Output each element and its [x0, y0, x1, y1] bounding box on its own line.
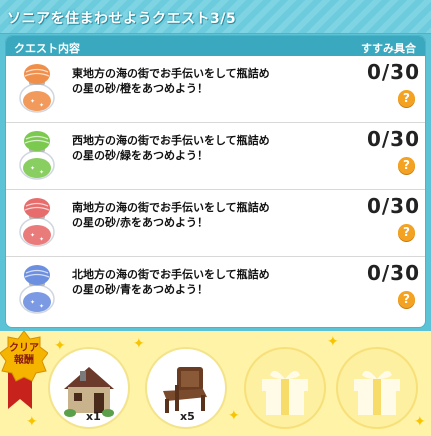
reward-count: x5	[180, 410, 195, 423]
svg-text:✦: ✦	[39, 303, 44, 310]
sparkle-icon: ✦	[133, 336, 145, 352]
star-sand-jar-icon: ✦✦	[19, 64, 55, 113]
help-icon[interactable]: ?	[398, 224, 415, 241]
help-icon[interactable]: ?	[398, 157, 415, 174]
column-quest-content: クエスト内容	[14, 42, 80, 55]
quest-row: ✦ ✦ 西地方の海の街でお手伝いをして瓶詰めの星の砂/緑をあつめよう！ 0/30 …	[6, 123, 425, 190]
quest-description: 東地方の海の街でお手伝いをして瓶詰めの星の砂/橙をあつめよう！	[72, 67, 270, 95]
quest-row: ✦ ✦ 南地方の海の街でお手伝いをして瓶詰めの星の砂/赤をあつめよう！ 0/30 …	[6, 190, 425, 257]
sparkle-icon: ✦	[26, 414, 38, 430]
reward-count: x1	[86, 410, 101, 423]
quest-progress: 0/30	[366, 194, 420, 218]
svg-text:✦: ✦	[30, 98, 35, 105]
quest-row: ✦ ✦ 北地方の海の街でお手伝いをして瓶詰めの星の砂/青をあつめよう！ 0/30 …	[6, 257, 425, 323]
header-bar: ソニアを住まわせようクエスト3/5	[0, 0, 431, 34]
quest-list: ✦ ✦ 東地方の海の街でお手伝いをして瓶詰めの星の砂/橙をあつめよう！ 0/30 …	[6, 56, 425, 323]
sparkle-icon: ✦	[54, 338, 66, 354]
sparkle-icon: ✦	[414, 414, 426, 430]
svg-text:✦: ✦	[30, 165, 35, 172]
gift-icon	[354, 370, 400, 415]
gift-icon	[262, 370, 308, 415]
column-progress: すすみ具合	[361, 42, 416, 55]
quest-description: 北地方の海の街でお手伝いをして瓶詰めの星の砂/青をあつめよう！	[72, 268, 270, 296]
reward-slot[interactable]	[246, 349, 324, 427]
sand-fill	[23, 91, 51, 111]
quest-description: 南地方の海の街でお手伝いをして瓶詰めの星の砂/赤をあつめよう！	[72, 201, 270, 229]
help-icon[interactable]: ?	[398, 90, 415, 107]
quest-description: 西地方の海の街でお手伝いをして瓶詰めの星の砂/緑をあつめよう！	[72, 134, 270, 162]
sparkle-icon: ✦	[228, 408, 240, 424]
clear-rewards-area: クリア 報酬 x1 x5 ✦ ✦ ✦ ✦ ✦ ✦	[0, 331, 431, 436]
svg-text:✦: ✦	[39, 236, 44, 243]
star-sand-jar-icon: ✦✦	[19, 131, 55, 180]
star-sand-jar-icon: ✦✦	[19, 265, 55, 314]
column-header: クエスト内容 すすみ具合	[6, 36, 425, 56]
quest-panel: クエスト内容 すすみ具合 ✦ ✦ 東地方の海の街でお手伝いをして瓶詰めの星の砂/橙…	[6, 36, 425, 327]
quest-progress: 0/30	[366, 127, 420, 151]
page-title: ソニアを住まわせようクエスト3/5	[7, 11, 237, 27]
svg-text:✦: ✦	[30, 299, 35, 306]
quest-progress: 0/30	[366, 261, 420, 285]
reward-slot[interactable]	[338, 349, 416, 427]
sparkle-icon: ✦	[327, 334, 339, 350]
quest-progress: 0/30	[366, 60, 420, 84]
svg-text:✦: ✦	[39, 169, 44, 176]
badge-label: クリア 報酬	[9, 343, 39, 366]
star-sand-jar-icon: ✦✦	[19, 198, 55, 247]
quest-row: ✦ ✦ 東地方の海の街でお手伝いをして瓶詰めの星の砂/橙をあつめよう！ 0/30 …	[6, 56, 425, 123]
help-icon[interactable]: ?	[398, 291, 415, 308]
svg-text:✦: ✦	[39, 102, 44, 109]
svg-text:✦: ✦	[30, 232, 35, 239]
